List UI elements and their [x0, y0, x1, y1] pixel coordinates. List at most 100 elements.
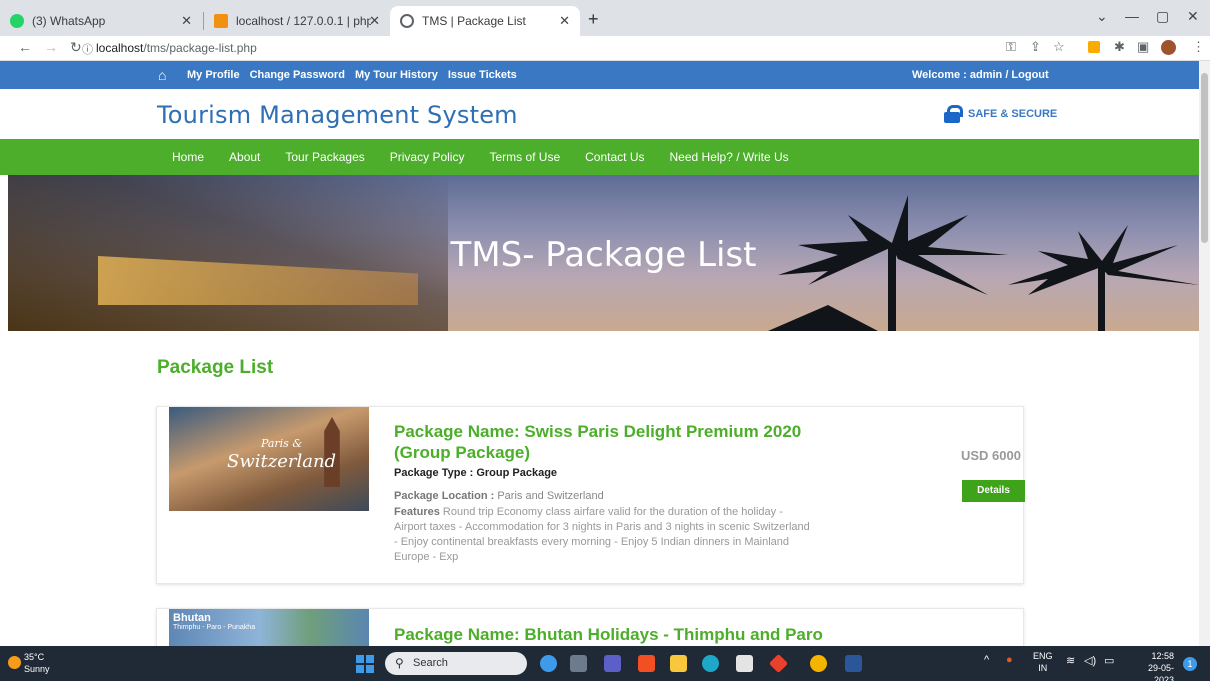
page-banner: TMS- Package List: [8, 175, 1199, 331]
git-icon[interactable]: [768, 653, 789, 674]
tab-package-list[interactable]: TMS | Package List ✕: [390, 6, 580, 36]
address-bar: ← → ↻ ⓘ localhost/tms/package-list.php ⚿…: [0, 36, 1210, 61]
globe-icon: [400, 14, 414, 28]
package-features: Features Round trip Economy class airfar…: [394, 505, 814, 565]
url-host: localhost: [96, 41, 144, 55]
sidepanel-icon[interactable]: ▣: [1137, 39, 1149, 55]
star-icon[interactable]: ☆: [1053, 39, 1065, 55]
nav-privacy-policy[interactable]: Privacy Policy: [390, 150, 465, 164]
nav-terms-of-use[interactable]: Terms of Use: [489, 150, 560, 164]
teams-icon[interactable]: [604, 655, 621, 672]
change-password-link[interactable]: Change Password: [250, 69, 345, 81]
thumbnail-line-1: Bhutan: [173, 612, 211, 624]
url-path: /tms/package-list.php: [143, 41, 257, 55]
location-value: Paris and Switzerland: [497, 490, 604, 502]
url-field[interactable]: localhost/tms/package-list.php: [96, 41, 257, 55]
restore-icon[interactable]: ▢: [1156, 8, 1169, 25]
features-label: Features: [394, 506, 440, 518]
volume-icon[interactable]: ◁): [1084, 654, 1096, 667]
extension-icon[interactable]: [1088, 41, 1100, 53]
tab-phpmyadmin[interactable]: localhost / 127.0.0.1 | phpMyAdm ✕: [204, 6, 390, 36]
taskbar-search[interactable]: ⚲ Search: [385, 652, 527, 675]
minimize-icon[interactable]: —: [1125, 8, 1139, 24]
nav-home[interactable]: Home: [172, 150, 204, 164]
chrome-icon[interactable]: [810, 655, 827, 672]
package-name: Package Name: Swiss Paris Delight Premiu…: [394, 422, 802, 462]
browser-tab-strip: (3) WhatsApp ✕ localhost / 127.0.0.1 | p…: [0, 0, 1210, 36]
close-icon[interactable]: ✕: [559, 13, 570, 29]
package-name: Package Name: Bhutan Holidays - Thimphu …: [394, 625, 823, 644]
details-button[interactable]: Details: [962, 480, 1025, 502]
features-value: Round trip Economy class airfare valid f…: [394, 506, 810, 563]
page-scrollbar[interactable]: [1199, 61, 1210, 646]
site-header: Tourism Management System SAFE & SECURE: [0, 89, 1199, 139]
package-card: Bhutan Thimphu - Paro - Punakha Package …: [156, 608, 1024, 646]
menu-icon[interactable]: ⋮: [1192, 39, 1205, 55]
lock-icon: [944, 105, 963, 123]
section-title: Package List: [157, 357, 274, 378]
weather-temp: 35°C: [24, 652, 45, 662]
clock-time: 12:58: [1151, 651, 1174, 661]
close-icon[interactable]: ✕: [181, 13, 192, 29]
phpmyadmin-icon: [214, 14, 228, 28]
chevron-up-icon[interactable]: ^: [984, 654, 989, 666]
welcome-logout-link[interactable]: Welcome : admin / Logout: [912, 69, 1049, 81]
file-explorer-icon[interactable]: [670, 655, 687, 672]
secure-badge: SAFE & SECURE: [944, 105, 1057, 123]
thumbnail-line-2: Thimphu - Paro - Punakha: [173, 624, 256, 631]
task-view-icon[interactable]: [570, 655, 587, 672]
battery-icon[interactable]: ▭: [1104, 654, 1114, 667]
nav-about[interactable]: About: [229, 150, 260, 164]
tab-title: TMS | Package List: [422, 14, 526, 28]
language-indicator[interactable]: ENG IN: [1033, 650, 1053, 674]
package-card: Paris & Switzerland Package Name: Swiss …: [156, 406, 1025, 584]
nav-contact-us[interactable]: Contact Us: [585, 150, 644, 164]
start-icon[interactable]: [356, 655, 374, 673]
avatar[interactable]: [1161, 40, 1176, 55]
clock-date: 29-05-2023: [1147, 663, 1174, 685]
package-thumbnail[interactable]: Bhutan Thimphu - Paro - Punakha: [169, 609, 369, 646]
my-profile-link[interactable]: My Profile: [187, 69, 240, 81]
package-type: Package Type : Group Package: [394, 467, 558, 479]
edge-icon[interactable]: [702, 655, 719, 672]
sun-icon: [8, 656, 21, 669]
notification-icon[interactable]: 1: [1183, 657, 1197, 671]
search-icon: ⚲: [395, 656, 404, 670]
key-icon[interactable]: ⚿: [1006, 39, 1016, 55]
scrollbar-thumb[interactable]: [1201, 73, 1208, 243]
thumbnail-caption: Paris & Switzerland: [227, 435, 336, 471]
close-window-icon[interactable]: ✕: [1187, 8, 1199, 25]
tray-app-icon[interactable]: ●: [1006, 654, 1013, 666]
word-icon[interactable]: [845, 655, 862, 672]
chevron-down-icon[interactable]: ⌄: [1096, 8, 1108, 25]
site-brand[interactable]: Tourism Management System: [157, 101, 518, 129]
web-page: ⌂ My Profile Change Password My Tour His…: [0, 61, 1199, 646]
reload-icon[interactable]: ↻: [70, 39, 82, 56]
weather-condition: Sunny: [24, 664, 50, 674]
nav-need-help[interactable]: Need Help? / Write Us: [670, 150, 789, 164]
windows-taskbar: 35°C Sunny ⚲ Search ^ ● ENG IN ≋ ◁) ▭ 12…: [0, 646, 1210, 685]
info-icon[interactable]: ⓘ: [82, 41, 93, 57]
office-icon[interactable]: [638, 655, 655, 672]
thumbnail-line-2: Switzerland: [227, 451, 337, 472]
issue-tickets-link[interactable]: Issue Tickets: [448, 69, 517, 81]
forward-icon[interactable]: →: [44, 39, 58, 55]
main-nav: Home About Tour Packages Privacy Policy …: [0, 139, 1199, 175]
wifi-icon[interactable]: ≋: [1066, 654, 1075, 667]
package-thumbnail[interactable]: Paris & Switzerland: [169, 407, 369, 511]
package-price: USD 6000: [961, 448, 1021, 463]
share-icon[interactable]: ⇪: [1030, 39, 1041, 55]
weather-widget[interactable]: 35°C Sunny: [24, 651, 50, 675]
bing-icon[interactable]: [540, 655, 557, 672]
secure-label: SAFE & SECURE: [968, 108, 1058, 120]
tab-whatsapp[interactable]: (3) WhatsApp ✕: [0, 6, 202, 36]
new-tab-button[interactable]: +: [588, 9, 599, 30]
back-icon[interactable]: ←: [18, 39, 32, 55]
close-icon[interactable]: ✕: [369, 13, 380, 29]
tour-history-link[interactable]: My Tour History: [355, 69, 438, 81]
store-icon[interactable]: [736, 655, 753, 672]
home-icon[interactable]: ⌂: [158, 67, 166, 83]
puzzle-icon[interactable]: ✱: [1114, 39, 1125, 55]
banner-title: TMS- Package List: [450, 235, 757, 275]
nav-tour-packages[interactable]: Tour Packages: [285, 150, 364, 164]
